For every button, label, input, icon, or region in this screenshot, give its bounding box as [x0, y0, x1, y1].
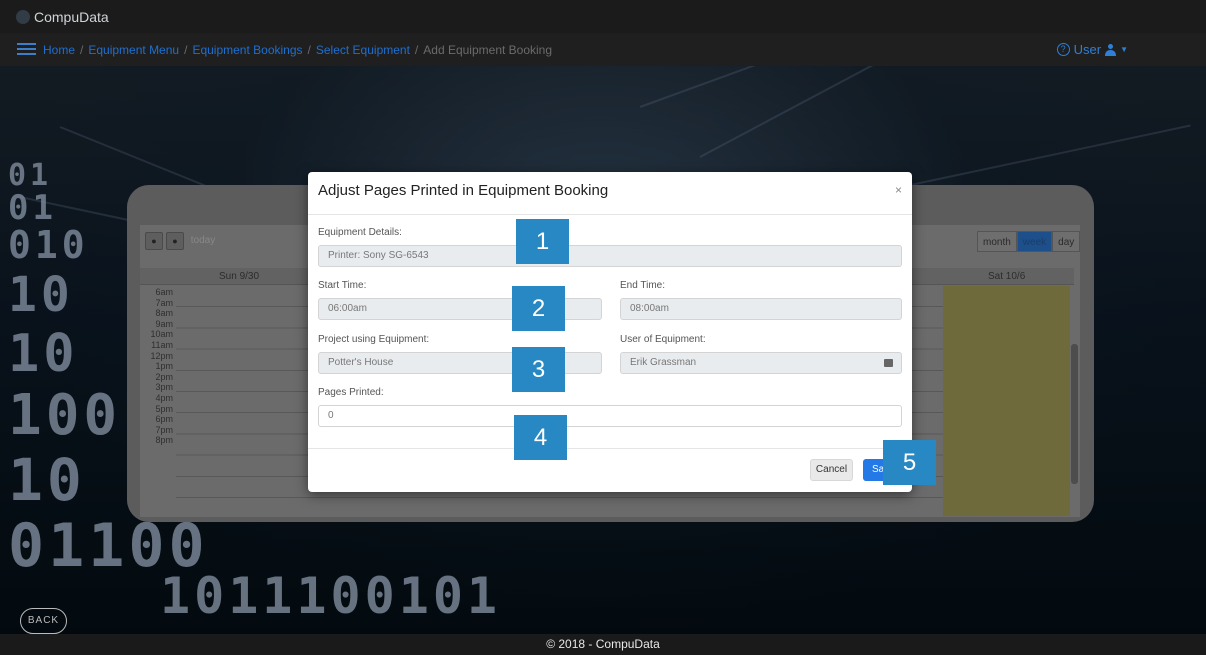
- view-day-button[interactable]: day: [1052, 231, 1081, 252]
- callout-1: 1: [516, 219, 569, 264]
- pages-printed-input[interactable]: 0: [318, 405, 902, 427]
- navbar: Home / Equipment Menu / Equipment Bookings / S…: [0, 33, 1206, 66]
- time-label: 7am: [155, 297, 173, 308]
- callout-3: 3: [512, 347, 565, 392]
- time-label: 4pm: [155, 392, 173, 403]
- pages-printed-label: Pages Printed:: [318, 387, 384, 398]
- hamburger-menu-icon[interactable]: [17, 43, 36, 56]
- start-time-label: Start Time:: [318, 280, 367, 291]
- contact-card-icon: [884, 359, 893, 367]
- project-label: Project using Equipment:: [318, 334, 430, 345]
- user-menu[interactable]: ? User ▼: [1056, 42, 1128, 57]
- breadcrumb-equipment-bookings[interactable]: Equipment Bookings: [192, 43, 302, 57]
- end-time-label: End Time:: [620, 280, 666, 291]
- user-icon: [1105, 43, 1117, 56]
- calendar-view-switch: month week day: [977, 231, 1081, 252]
- user-of-equipment-value: Erik Grassman: [630, 357, 697, 368]
- time-label: 6pm: [155, 414, 173, 425]
- calendar-nav: ● ● today: [145, 232, 219, 250]
- user-label: User: [1073, 42, 1102, 57]
- footer-text: © 2018 - CompuData: [546, 637, 660, 651]
- view-month-button[interactable]: month: [977, 231, 1017, 252]
- view-week-button[interactable]: week: [1016, 231, 1053, 252]
- time-label: 10am: [150, 329, 173, 340]
- footer: © 2018 - CompuData: [0, 634, 1206, 655]
- breadcrumb-equipment-menu[interactable]: Equipment Menu: [88, 43, 179, 57]
- time-label: 11am: [151, 339, 173, 350]
- callout-5: 5: [883, 440, 936, 485]
- breadcrumb: Home / Equipment Menu / Equipment Bookings / S…: [43, 43, 553, 57]
- today-button[interactable]: today: [187, 232, 219, 250]
- day-header-sun: Sun 9/30: [219, 271, 260, 282]
- callout-2: 2: [512, 286, 565, 331]
- time-label: 2pm: [155, 371, 173, 382]
- calendar-scrollbar[interactable]: [1071, 344, 1078, 484]
- back-button[interactable]: BACK: [20, 608, 67, 634]
- time-label: 5pm: [155, 403, 173, 414]
- help-icon[interactable]: ?: [1056, 43, 1070, 56]
- prev-week-button[interactable]: ●: [145, 232, 163, 250]
- adjust-pages-modal: Adjust Pages Printed in Equipment Bookin…: [308, 172, 912, 492]
- breadcrumb-select-equipment[interactable]: Select Equipment: [316, 43, 410, 57]
- breadcrumb-current: Add Equipment Booking: [423, 43, 553, 57]
- day-header-sat: Sat 10/6: [988, 271, 1026, 282]
- brand[interactable]: CompuData: [16, 9, 109, 25]
- time-label: 6am: [155, 287, 173, 297]
- modal-title: Adjust Pages Printed in Equipment Bookin…: [318, 182, 609, 199]
- time-label: 1pm: [155, 361, 173, 372]
- user-of-equipment-field: Erik Grassman: [620, 352, 902, 374]
- time-axis: 6am 7am 8am 9am 10am 11am 12pm 1pm 2pm 3…: [140, 287, 176, 446]
- breadcrumb-home[interactable]: Home: [43, 43, 75, 57]
- equipment-details-field: Printer: Sony SG-6543: [318, 245, 902, 267]
- time-label: 8pm: [155, 435, 173, 446]
- end-time-field: 08:00am: [620, 298, 902, 320]
- modal-footer-divider: [308, 448, 912, 449]
- app-title: CompuData: [34, 9, 109, 25]
- close-icon[interactable]: ×: [895, 183, 902, 197]
- time-label: 12pm: [150, 350, 173, 361]
- callout-4: 4: [514, 415, 567, 460]
- time-label: 7pm: [155, 424, 173, 435]
- modal-divider: [308, 214, 912, 215]
- next-week-button[interactable]: ●: [166, 232, 184, 250]
- cancel-button[interactable]: Cancel: [810, 459, 853, 481]
- logo-icon: [16, 10, 30, 24]
- time-label: 3pm: [155, 382, 173, 393]
- chevron-down-icon: ▼: [1120, 45, 1128, 54]
- today-column[interactable]: [943, 286, 1070, 516]
- time-label: 8am: [155, 308, 173, 319]
- user-of-equipment-label: User of Equipment:: [620, 334, 706, 345]
- equipment-details-label: Equipment Details:: [318, 227, 402, 238]
- app-header: CompuData: [0, 0, 1206, 33]
- time-label: 9am: [155, 318, 173, 329]
